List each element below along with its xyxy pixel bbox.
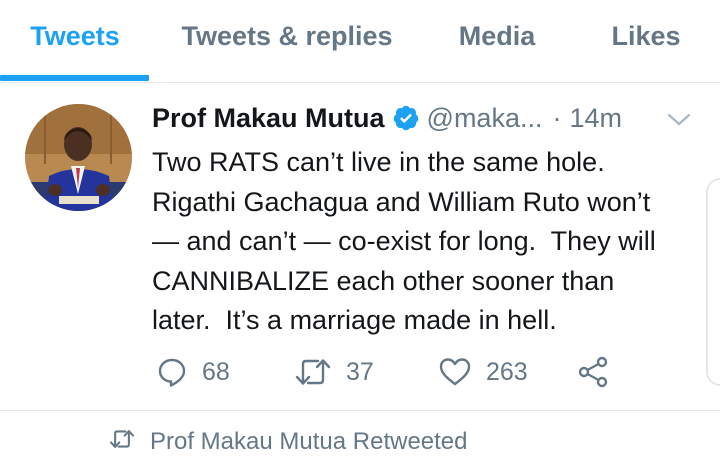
active-tab-indicator [0,75,149,81]
share-icon [577,355,611,389]
retweet-icon [294,356,332,388]
retweet-count: 37 [346,357,374,386]
retweet-icon [108,428,150,457]
reply-button[interactable]: 68 [156,352,230,392]
scrollbar[interactable] [706,178,720,386]
avatar[interactable] [25,104,132,211]
profile-tabs: Tweets Tweets & replies Media Likes [0,0,720,83]
tweet-divider [0,410,720,411]
tweet-header: Prof Makau Mutua @maka... · 14m [152,98,622,138]
author-name[interactable]: Prof Makau Mutua [152,103,385,134]
avatar-photo [25,104,132,211]
reply-count: 68 [202,357,230,386]
retweet-button[interactable]: 37 [294,352,374,392]
heart-icon [438,356,472,388]
tab-tweets-and-replies[interactable]: Tweets & replies [158,0,416,82]
share-button[interactable] [577,352,611,392]
tab-likes[interactable]: Likes [586,0,706,82]
tweet-timestamp[interactable]: 14m [569,103,622,134]
tab-tweets[interactable]: Tweets [0,0,150,82]
like-count: 263 [486,357,528,386]
like-button[interactable]: 263 [438,352,528,392]
reply-icon [156,356,188,388]
chevron-down-icon[interactable] [666,110,692,130]
tab-media[interactable]: Media [436,0,558,82]
verified-badge-icon [392,104,420,132]
header-separator: · [552,102,562,133]
retweet-notice: Prof Makau Mutua Retweeted [108,427,468,457]
tweet-text: Two RATS can’t live in the same hole. Ri… [152,147,656,335]
author-handle[interactable]: @maka... [427,103,543,134]
retweet-notice-text[interactable]: Prof Makau Mutua Retweeted [150,428,468,456]
